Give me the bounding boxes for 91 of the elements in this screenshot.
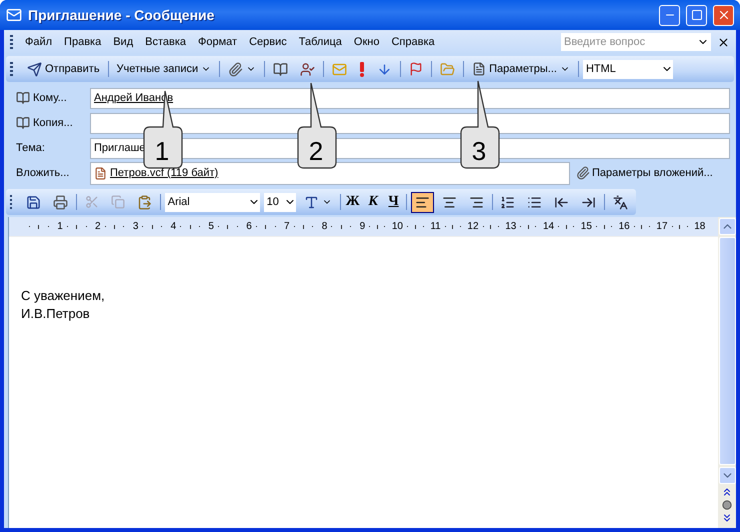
align-icon — [468, 194, 484, 210]
font-size-dropdown[interactable]: 10 — [264, 192, 296, 212]
numbered-list-icon — [500, 194, 516, 210]
envelope-icon — [332, 62, 348, 76]
paperclip-icon — [576, 166, 590, 180]
accounts-button[interactable]: Учетные записи — [112, 58, 216, 80]
document-icon — [472, 62, 486, 76]
menu-item[interactable]: Правка — [58, 34, 108, 50]
ruler-number: 3 — [132, 221, 138, 232]
attachment-link[interactable]: Петров.vcf (119 байт) — [110, 167, 218, 179]
menu-item[interactable]: Таблица — [292, 34, 348, 50]
options-button[interactable]: Параметры... — [468, 58, 574, 80]
scissors-icon — [84, 195, 99, 209]
menu-item[interactable]: Формат — [192, 34, 244, 50]
send-icon — [27, 62, 42, 76]
dropdown-button[interactable] — [697, 33, 711, 51]
field-label: Тема: — [16, 142, 46, 154]
ruler-number: 1 — [57, 221, 63, 232]
subject-text: Приглаше — [94, 142, 146, 154]
browse-object-icon[interactable] — [722, 500, 732, 510]
ruler-number: 9 — [360, 221, 366, 232]
bold-button[interactable]: Ж — [344, 192, 361, 212]
attach-label: Вложить... — [16, 167, 70, 179]
underline-button[interactable]: Ч — [385, 192, 402, 212]
bullet-list-icon — [527, 194, 542, 210]
close-icon[interactable] — [717, 36, 730, 48]
arrow-down-icon — [377, 62, 392, 76]
previous-page-icon[interactable] — [721, 486, 733, 498]
flag-icon — [409, 62, 424, 76]
ruler-number: 11 — [430, 221, 441, 232]
ruler-number: 2 — [95, 221, 101, 232]
format-dropdown[interactable]: HTML — [582, 60, 673, 78]
ruler-number: 16 — [618, 221, 630, 232]
menu-item[interactable]: Справка — [385, 34, 441, 50]
scroll-down-button[interactable] — [718, 467, 736, 484]
font-dropdown[interactable]: Arial — [164, 192, 260, 212]
menu-item[interactable]: Вид — [107, 34, 140, 50]
contact-card-icon — [94, 166, 107, 180]
maximize-icon — [690, 9, 702, 21]
message-icon — [6, 7, 22, 23]
align-icon — [414, 194, 430, 210]
menu-item[interactable]: Окно — [348, 34, 386, 50]
maximize-button[interactable] — [686, 4, 707, 26]
menu-item[interactable]: Сервис — [243, 34, 293, 50]
book-icon — [16, 91, 30, 105]
window-title: Приглашение - Сообщение — [28, 7, 216, 23]
attachment-options-button[interactable]: Параметры вложений... — [576, 166, 713, 180]
ruler-number: 5 — [208, 221, 214, 232]
align-button[interactable] — [410, 192, 434, 212]
menu-item[interactable]: Файл — [19, 34, 58, 50]
save-icon — [26, 194, 42, 210]
help-search-field[interactable]: Введите вопрос — [561, 33, 697, 51]
ruler-number: 17 — [656, 221, 668, 232]
outdent-icon — [554, 194, 570, 210]
next-page-icon[interactable] — [721, 512, 733, 524]
ruler-number: 4 — [170, 221, 176, 232]
clipboard-icon — [136, 194, 152, 210]
italic-button[interactable]: К — [364, 192, 382, 212]
ruler-number: 18 — [694, 221, 706, 232]
ruler-number: 12 — [467, 221, 479, 232]
exclamation-icon — [359, 62, 366, 76]
send-button[interactable]: Отправить — [23, 58, 104, 80]
align-icon — [442, 194, 457, 210]
folder-icon — [440, 62, 456, 76]
input-field[interactable] — [90, 112, 730, 134]
copy-icon — [110, 195, 125, 209]
ruler-number: 6 — [246, 221, 252, 232]
book-icon — [16, 116, 30, 130]
scroll-thumb[interactable] — [718, 237, 736, 465]
paperclip-icon — [228, 62, 244, 76]
body-text-line: И.В.Петров — [21, 305, 91, 323]
ruler-number: 13 — [505, 221, 516, 232]
ruler-number: 8 — [322, 221, 328, 232]
close-button[interactable] — [713, 4, 734, 26]
printer-icon — [53, 194, 68, 210]
scroll-up-button[interactable] — [718, 218, 736, 235]
letter-icon — [304, 194, 319, 210]
book-icon — [273, 62, 288, 76]
attachment-field[interactable]: Петров.vcf (119 байт) — [90, 162, 570, 184]
language-icon — [613, 194, 628, 210]
recipient-button[interactable]: Копия... — [16, 116, 90, 130]
minimize-button[interactable] — [659, 4, 680, 26]
indent-icon — [581, 194, 596, 210]
menu-item[interactable]: Вставка — [139, 34, 192, 50]
person-check-icon — [300, 62, 316, 76]
ruler-number: 15 — [580, 221, 592, 232]
body-text-line: С уважением, — [21, 287, 106, 305]
recipient-button[interactable]: Кому... — [16, 91, 90, 105]
ruler-number: 7 — [284, 221, 290, 232]
ruler-number: 14 — [543, 221, 554, 232]
ruler-number: 10 — [392, 221, 403, 232]
